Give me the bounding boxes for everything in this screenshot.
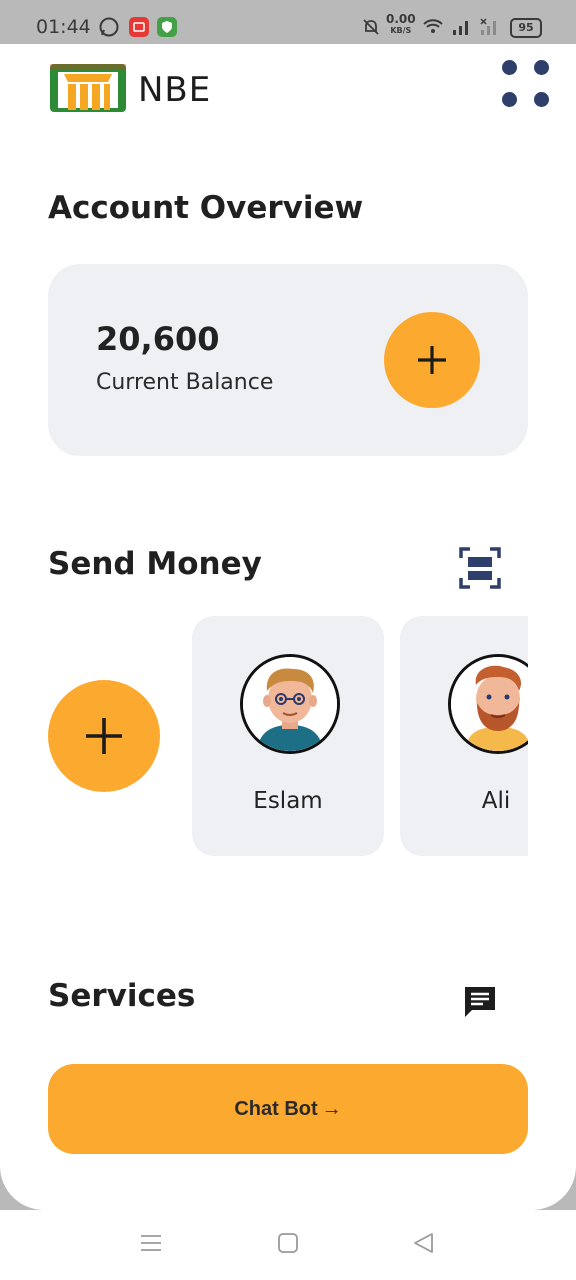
record-icon — [128, 16, 150, 42]
plus-icon — [86, 718, 122, 754]
whatsapp-icon — [98, 16, 120, 42]
chat-bot-button[interactable]: Chat Bot → — [48, 1064, 528, 1154]
brand-name: NBE — [138, 70, 212, 110]
wifi-icon — [422, 16, 444, 42]
add-recipient-button[interactable] — [48, 680, 160, 792]
menu-dot — [502, 60, 517, 75]
status-time: 01:44 — [36, 16, 91, 38]
nbe-logo — [48, 60, 130, 118]
menu-dot — [502, 92, 517, 107]
signal-icon — [450, 16, 472, 42]
network-speed: 0.00 KB/S — [386, 12, 416, 36]
battery-icon: 95 — [510, 18, 542, 38]
add-balance-button[interactable] — [384, 312, 480, 408]
mute-bell-icon — [360, 16, 382, 42]
menu-dot — [534, 92, 549, 107]
chat-icon[interactable] — [462, 984, 498, 1020]
contact-name: Ali — [481, 788, 511, 814]
contact-name: Eslam — [253, 788, 323, 814]
contact-card[interactable]: Ali — [400, 616, 528, 856]
plus-icon — [418, 346, 446, 374]
contact-card[interactable]: Eslam — [192, 616, 384, 856]
bearded-man-avatar — [448, 654, 528, 754]
back-icon[interactable] — [412, 1232, 434, 1258]
system-nav-bar — [0, 1210, 576, 1280]
app-screen: NBE Account Overview 20,600 Current Bala… — [0, 44, 576, 1210]
balance-card: 20,600 Current Balance — [48, 264, 528, 456]
network-speed-value: 0.00 — [386, 12, 416, 26]
young-man-avatar — [240, 654, 340, 754]
apps-menu-button[interactable] — [498, 56, 552, 110]
balance-label: Current Balance — [96, 370, 274, 395]
contacts-list: Eslam Ali — [192, 616, 528, 856]
battery-level: 95 — [518, 21, 534, 34]
network-speed-unit: KB/S — [390, 26, 412, 35]
send-money-title: Send Money — [48, 546, 262, 582]
services-title: Services — [48, 978, 196, 1014]
home-icon[interactable] — [277, 1232, 299, 1258]
arrow-right-icon: → — [321, 1097, 342, 1120]
balance-value: 20,600 — [96, 320, 220, 358]
signal-no-sim-icon — [478, 16, 500, 42]
menu-dot — [534, 60, 549, 75]
shield-icon — [156, 16, 178, 42]
chat-bot-label: Chat Bot — [234, 1097, 318, 1120]
scan-qr-icon[interactable] — [458, 546, 502, 590]
recent-apps-icon[interactable] — [140, 1232, 162, 1258]
account-overview-title: Account Overview — [48, 190, 364, 226]
